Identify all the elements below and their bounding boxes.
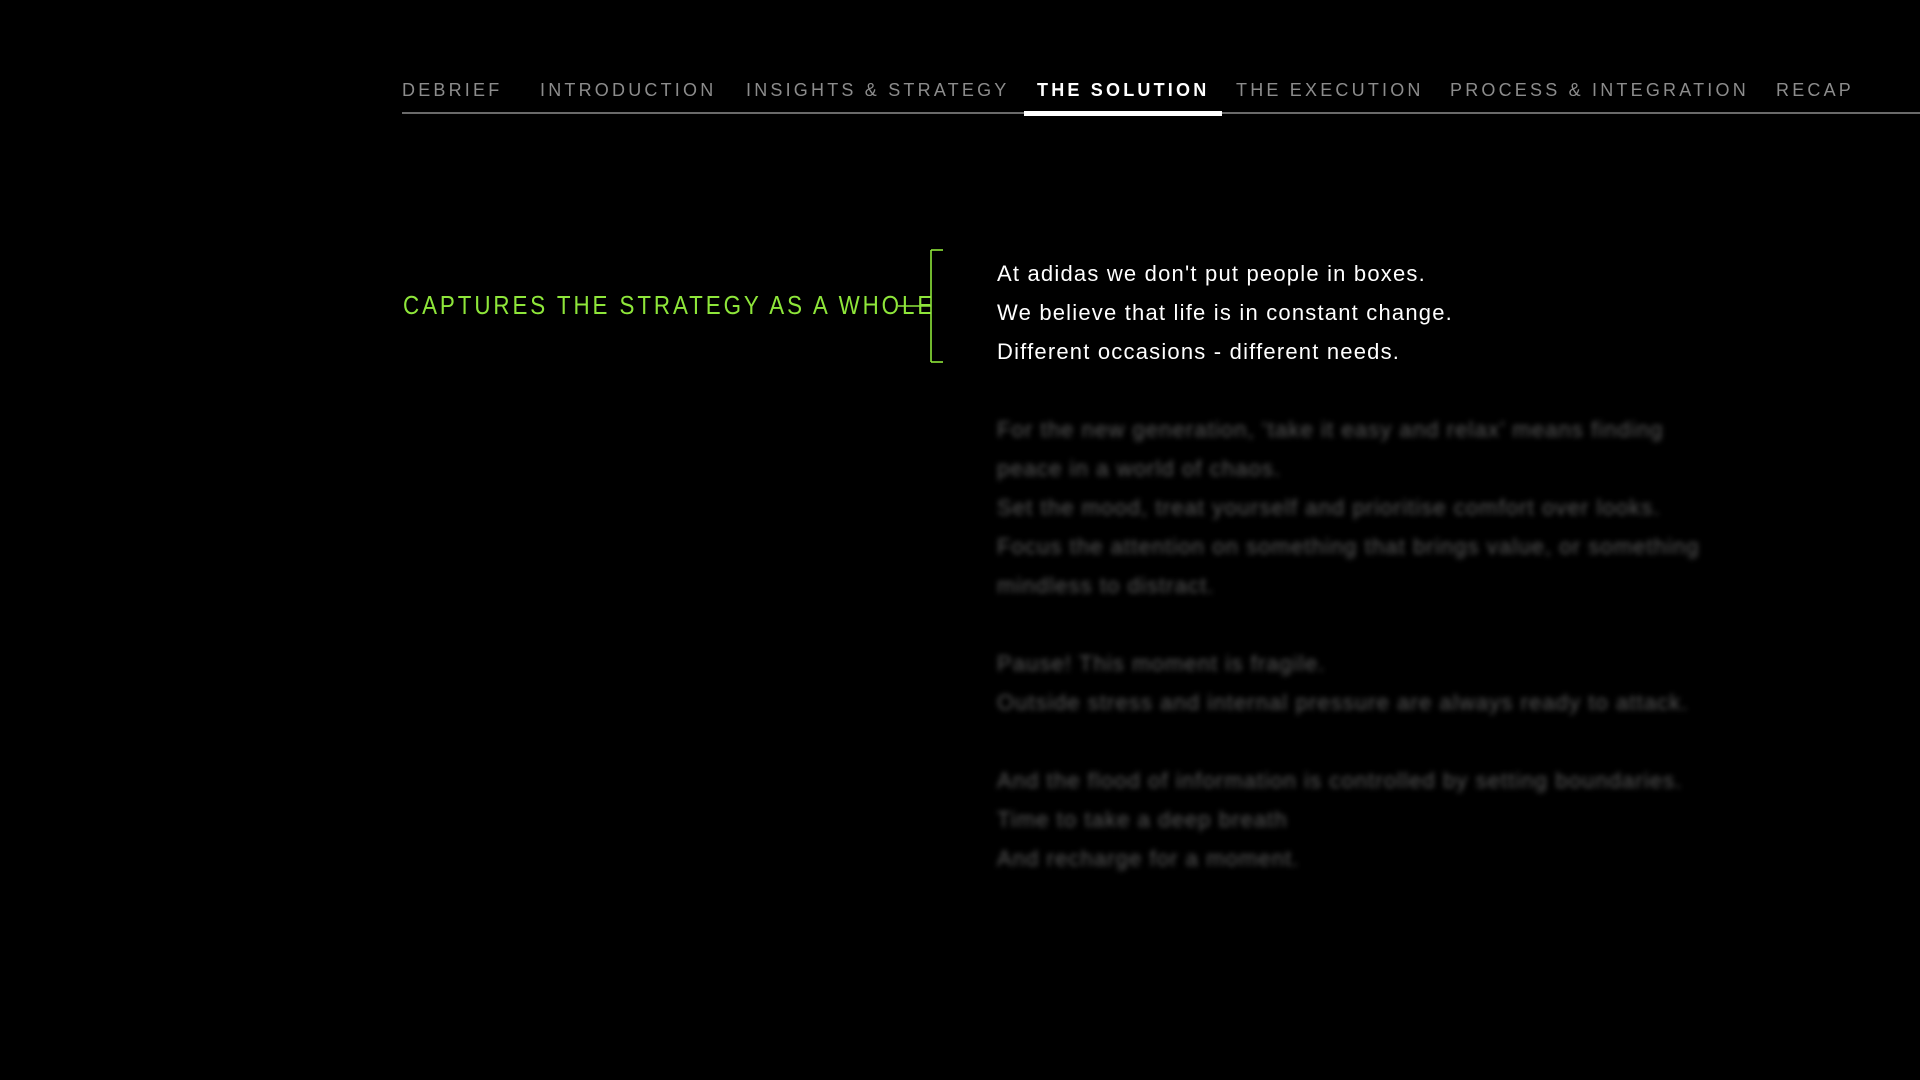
body-line: Time to take a deep breath — [997, 807, 1288, 832]
tab-insights-strategy[interactable]: INSIGHTS & STRATEGY — [746, 80, 1010, 114]
presentation-page: DEBRIEF INTRODUCTION INSIGHTS & STRATEGY… — [0, 0, 1920, 1080]
tab-introduction[interactable]: INTRODUCTION — [540, 80, 716, 114]
body-line: Set the mood, treat yourself and priorit… — [997, 495, 1661, 520]
body-line: And recharge for a moment. — [997, 846, 1300, 871]
tab-debrief[interactable]: DEBRIEF — [402, 80, 502, 114]
intro-statement: At adidas we don't put people in boxes. … — [997, 254, 1453, 371]
tab-the-solution[interactable]: THE SOLUTION — [1037, 80, 1209, 114]
body-line: mindless to distract. — [997, 573, 1215, 598]
intro-line: Different occasions - different needs. — [997, 339, 1401, 364]
tab-process-integration[interactable]: PROCESS & INTEGRATION — [1450, 80, 1749, 114]
body-line: Pause! This moment is fragile. — [997, 651, 1326, 676]
tab-recap[interactable]: RECAP — [1776, 80, 1854, 114]
blurred-body-copy: For the new generation, ‘take it easy an… — [997, 410, 1777, 878]
body-line: And the flood of information is controll… — [997, 768, 1683, 793]
body-line: Outside stress and internal pressure are… — [997, 690, 1689, 715]
section-nav: DEBRIEF INTRODUCTION INSIGHTS & STRATEGY… — [402, 76, 1920, 116]
bracket-connector — [898, 249, 943, 363]
intro-line: At adidas we don't put people in boxes. — [997, 261, 1426, 286]
active-tab-indicator — [1024, 111, 1222, 116]
strategy-callout-label: CAPTURES THE STRATEGY AS A WHOLE — [403, 290, 936, 320]
body-line: peace in a world of chaos. — [997, 456, 1282, 481]
tab-the-execution[interactable]: THE EXECUTION — [1236, 80, 1424, 114]
body-line: For the new generation, ‘take it easy an… — [997, 417, 1664, 442]
body-line: Focus the attention on something that br… — [997, 534, 1700, 559]
intro-line: We believe that life is in constant chan… — [997, 300, 1453, 325]
